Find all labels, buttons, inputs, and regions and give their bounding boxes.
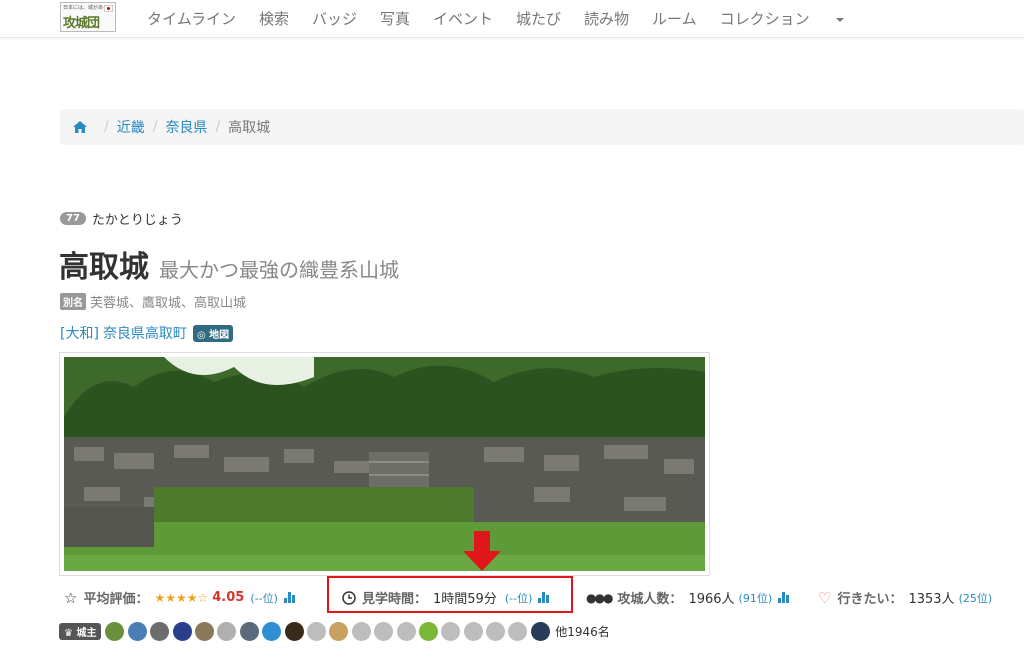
avatar[interactable] bbox=[418, 622, 438, 641]
castle-photo[interactable] bbox=[59, 352, 710, 576]
trophy-icon: ♛ bbox=[64, 628, 77, 639]
avatar[interactable] bbox=[441, 622, 461, 641]
breadcrumb: / 近畿 / 奈良県 / 高取城 bbox=[60, 109, 1024, 145]
lord-label: 城主 bbox=[76, 628, 97, 639]
castle-subtitle: 最大かつ最強の織豊系山城 bbox=[159, 258, 399, 282]
nav-badges[interactable]: バッジ bbox=[312, 8, 357, 29]
avatar[interactable] bbox=[306, 622, 326, 641]
stat-want-to-visit: ♡ 行きたい： 1353人 (25位) bbox=[818, 588, 996, 608]
castle-aliases: 別名 芙蓉城、鷹取城、高取山城 bbox=[60, 292, 246, 311]
want-rank[interactable]: (25位) bbox=[959, 590, 993, 606]
other-lords-count[interactable]: 他1946名 bbox=[555, 623, 610, 640]
bar-chart-icon[interactable] bbox=[778, 592, 790, 603]
avatar-list bbox=[105, 622, 553, 641]
avatar[interactable] bbox=[150, 622, 170, 641]
highlight-box bbox=[327, 576, 573, 613]
visitors-rank[interactable]: (91位) bbox=[739, 590, 773, 606]
logo-tagline: 日本には、城がある bbox=[63, 5, 109, 11]
rating-rank[interactable]: (--位) bbox=[250, 590, 278, 606]
stat-rating: ☆ 平均評価： ★★★★☆ 4.05 (--位) bbox=[64, 588, 295, 607]
avatar[interactable] bbox=[195, 622, 215, 641]
stat-visitors: ●●● 攻城人数： 1966人 (91位) bbox=[586, 588, 790, 607]
address-link[interactable]: 奈良県高取町 bbox=[103, 323, 187, 343]
want-label: 行きたい： bbox=[837, 592, 903, 607]
castle-photo-image bbox=[64, 357, 705, 571]
logo-mark: 攻城団 bbox=[63, 16, 100, 31]
castle-reading: 77 たかとりじょう bbox=[60, 209, 183, 228]
map-button[interactable]: ◎ 地図 bbox=[192, 324, 234, 342]
nav-photos[interactable]: 写真 bbox=[380, 8, 410, 29]
site-logo[interactable]: 日本には、城がある 攻城団 bbox=[60, 2, 116, 32]
avatar[interactable] bbox=[284, 622, 304, 641]
breadcrumb-separator: / bbox=[104, 119, 109, 135]
heart-outline-icon[interactable]: ♡ bbox=[818, 589, 831, 607]
avatar[interactable] bbox=[127, 622, 147, 641]
alias-list: 芙蓉城、鷹取城、高取山城 bbox=[90, 296, 247, 311]
want-value: 1353人 bbox=[908, 592, 955, 607]
nav-reading[interactable]: 読み物 bbox=[584, 8, 629, 29]
castle-number-badge: 77 bbox=[60, 212, 86, 225]
navbar: 日本には、城がある 攻城団 タイムライン 検索 バッジ 写真 イベント 城たび … bbox=[0, 0, 1024, 38]
castle-name: 高取城 bbox=[59, 250, 149, 285]
nav-timeline[interactable]: タイムライン bbox=[147, 8, 236, 29]
visitors-label: 攻城人数： bbox=[617, 592, 683, 607]
avatar[interactable] bbox=[105, 622, 125, 641]
red-down-arrow-icon bbox=[463, 531, 501, 571]
page-title: 高取城 最大かつ最強の織豊系山城 bbox=[59, 242, 399, 286]
rating-label: 平均評価： bbox=[83, 592, 149, 607]
breadcrumb-region[interactable]: 近畿 bbox=[117, 117, 145, 137]
main-nav: タイムライン 検索 バッジ 写真 イベント 城たび 読み物 ルーム コレクション bbox=[147, 8, 890, 29]
province-link[interactable]: [大和] bbox=[60, 323, 99, 343]
caret-down-icon bbox=[835, 17, 844, 22]
castle-reading-text: たかとりじょう bbox=[91, 213, 183, 228]
avatar[interactable] bbox=[396, 622, 416, 641]
users-icon: ●●● bbox=[586, 590, 613, 605]
breadcrumb-current: 高取城 bbox=[228, 120, 271, 136]
breadcrumb-prefecture[interactable]: 奈良県 bbox=[165, 117, 207, 137]
globe-icon: ◎ bbox=[196, 329, 210, 341]
rating-value: 4.05 bbox=[212, 590, 245, 605]
nav-collection-label: コレクション bbox=[719, 10, 810, 28]
nav-search[interactable]: 検索 bbox=[259, 8, 289, 29]
rating-stars: ★★★★☆ bbox=[154, 590, 209, 605]
map-button-label: 地図 bbox=[209, 329, 230, 341]
nav-collection-dropdown[interactable]: コレクション bbox=[720, 8, 867, 29]
avatar[interactable] bbox=[508, 622, 528, 641]
avatar[interactable] bbox=[217, 622, 237, 641]
avatar[interactable] bbox=[530, 622, 550, 641]
nav-events[interactable]: イベント bbox=[433, 8, 493, 29]
avatar[interactable] bbox=[486, 622, 506, 641]
nav-rooms[interactable]: ルーム bbox=[652, 8, 697, 29]
avatar[interactable] bbox=[262, 622, 282, 641]
avatar[interactable] bbox=[239, 622, 259, 641]
japan-flag-icon bbox=[104, 5, 113, 12]
avatar[interactable] bbox=[172, 622, 192, 641]
alias-tag: 別名 bbox=[60, 293, 86, 310]
avatar[interactable] bbox=[351, 622, 371, 641]
breadcrumb-separator: / bbox=[152, 119, 158, 135]
avatar[interactable] bbox=[463, 622, 483, 641]
bar-chart-icon[interactable] bbox=[283, 592, 295, 603]
nav-shirotabi[interactable]: 城たび bbox=[516, 8, 561, 29]
star-outline-icon: ☆ bbox=[64, 588, 78, 607]
breadcrumb-separator: / bbox=[215, 119, 221, 135]
castle-lords: ♛ 城主 他1946名 bbox=[59, 622, 610, 641]
visitors-value: 1966人 bbox=[688, 592, 735, 607]
avatar[interactable] bbox=[374, 622, 394, 641]
avatar[interactable] bbox=[329, 622, 349, 641]
castle-location: [大和] 奈良県高取町 ◎ 地図 bbox=[60, 323, 234, 343]
lord-badge: ♛ 城主 bbox=[59, 623, 102, 640]
home-icon[interactable] bbox=[72, 120, 88, 134]
